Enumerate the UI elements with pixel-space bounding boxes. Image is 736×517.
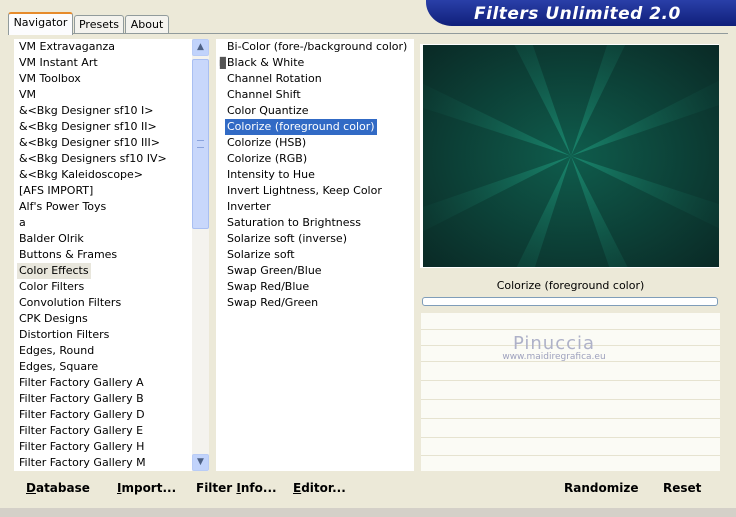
category-item[interactable]: &<Bkg Designers sf10 IV> [19,151,167,167]
editor-mnemonic: E [293,481,302,495]
filter-item[interactable]: Intensity to Hue [227,167,315,183]
category-item[interactable]: Filter Factory Gallery D [19,407,145,423]
tab-about[interactable]: About [125,15,169,33]
filter-item[interactable]: Swap Red/Green [227,295,318,311]
progress-bar [422,297,718,306]
watermark: Pinuccia www.maidiregrafica.eu [490,333,618,362]
watermark-name: Pinuccia [512,333,596,354]
filter-info-label-pre: Filter [196,481,237,495]
tab-presets[interactable]: Presets [74,15,124,33]
category-item[interactable]: VM [19,87,36,103]
filter-info-label: nfo... [240,481,277,495]
filter-item[interactable]: Inverter [227,199,271,215]
category-item[interactable]: Filter Factory Gallery A [19,375,144,391]
category-item[interactable]: Color Effects [17,263,91,279]
filter-list[interactable]: Bi-Color (fore-/background color) Black &… [216,39,414,471]
category-item[interactable]: Edges, Round [19,343,94,359]
tab-navigator[interactable]: Navigator [8,12,73,35]
scroll-down-button[interactable]: ▼ [192,454,209,471]
filter-item[interactable]: Swap Red/Blue [227,279,309,295]
editor-label: ditor... [301,481,346,495]
category-item[interactable]: VM Extravaganza [19,39,115,55]
preview-image [423,45,719,267]
filter-item[interactable]: Black & White [227,55,304,71]
selected-filter-label: Colorize (foreground color) [496,279,645,292]
param-row-line [421,437,720,438]
category-item[interactable]: VM Toolbox [19,71,81,87]
database-mnemonic: D [26,481,36,495]
database-button[interactable]: Database [26,481,90,495]
randomize-button[interactable]: Randomize [564,481,638,495]
import-button[interactable]: Import... [117,481,176,495]
category-list[interactable]: VM Extravaganza VM Instant Art VM Toolbox V… [14,39,192,471]
database-label: atabase [35,481,90,495]
editor-button[interactable]: Editor... [293,481,346,495]
category-item[interactable]: CPK Designs [19,311,88,327]
category-item[interactable]: Distortion Filters [19,327,109,343]
category-item[interactable]: &<Bkg Designer sf10 I> [19,103,154,119]
param-row-line [421,399,720,400]
category-item[interactable]: Convolution Filters [19,295,121,311]
filter-item[interactable]: Solarize soft [227,247,295,263]
filter-item[interactable]: Invert Lightness, Keep Color [227,183,382,199]
filter-item[interactable]: Color Quantize [227,103,308,119]
reset-button[interactable]: Reset [663,481,701,495]
category-item[interactable]: Filter Factory Gallery E [19,423,143,439]
category-item[interactable]: Filter Factory Gallery B [19,391,144,407]
param-row-line [421,380,720,381]
filter-item[interactable]: Colorize (foreground color) [225,119,377,135]
category-scrollbar[interactable]: ▲ ▼ [192,39,209,471]
category-item[interactable]: &<Bkg Designer sf10 II> [19,119,157,135]
window-bottom-edge [0,508,736,517]
filter-item[interactable]: Solarize soft (inverse) [227,231,347,247]
filter-item[interactable]: Swap Green/Blue [227,263,322,279]
category-item[interactable]: [AFS IMPORT] [19,183,93,199]
category-item[interactable]: Color Filters [19,279,84,295]
category-item[interactable]: Filter Factory Gallery M [19,455,146,471]
category-item[interactable]: &<Bkg Designer sf10 III> [19,135,160,151]
category-item[interactable]: Buttons & Frames [19,247,117,263]
category-item[interactable]: Alf's Power Toys [19,199,106,215]
category-item[interactable]: &<Bkg Kaleidoscope> [19,167,143,183]
import-label: mport... [121,481,177,495]
filter-info-button[interactable]: Filter Info... [196,481,277,495]
filter-item[interactable]: Saturation to Brightness [227,215,361,231]
watermark-url: www.maidiregrafica.eu [502,352,606,362]
filter-item[interactable]: Colorize (HSB) [227,135,306,151]
scroll-thumb[interactable] [192,59,209,229]
param-row-line [421,418,720,419]
filter-item[interactable]: Bi-Color (fore-/background color) [227,39,407,55]
category-item[interactable]: VM Instant Art [19,55,98,71]
category-item[interactable]: Balder Olrik [19,231,84,247]
param-row-line [421,329,720,330]
category-item[interactable]: Filter Factory Gallery H [19,439,144,455]
category-item[interactable]: a [19,215,26,231]
scroll-up-button[interactable]: ▲ [192,39,209,56]
filter-item[interactable]: Channel Shift [227,87,301,103]
drag-grip-icon: ■ ■ ■ [219,55,227,70]
app-title: Filters Unlimited 2.0 [474,4,681,24]
category-item[interactable]: Edges, Square [19,359,98,375]
filter-item[interactable]: Channel Rotation [227,71,322,87]
filter-item[interactable]: Colorize (RGB) [227,151,307,167]
param-row-line [421,455,720,456]
